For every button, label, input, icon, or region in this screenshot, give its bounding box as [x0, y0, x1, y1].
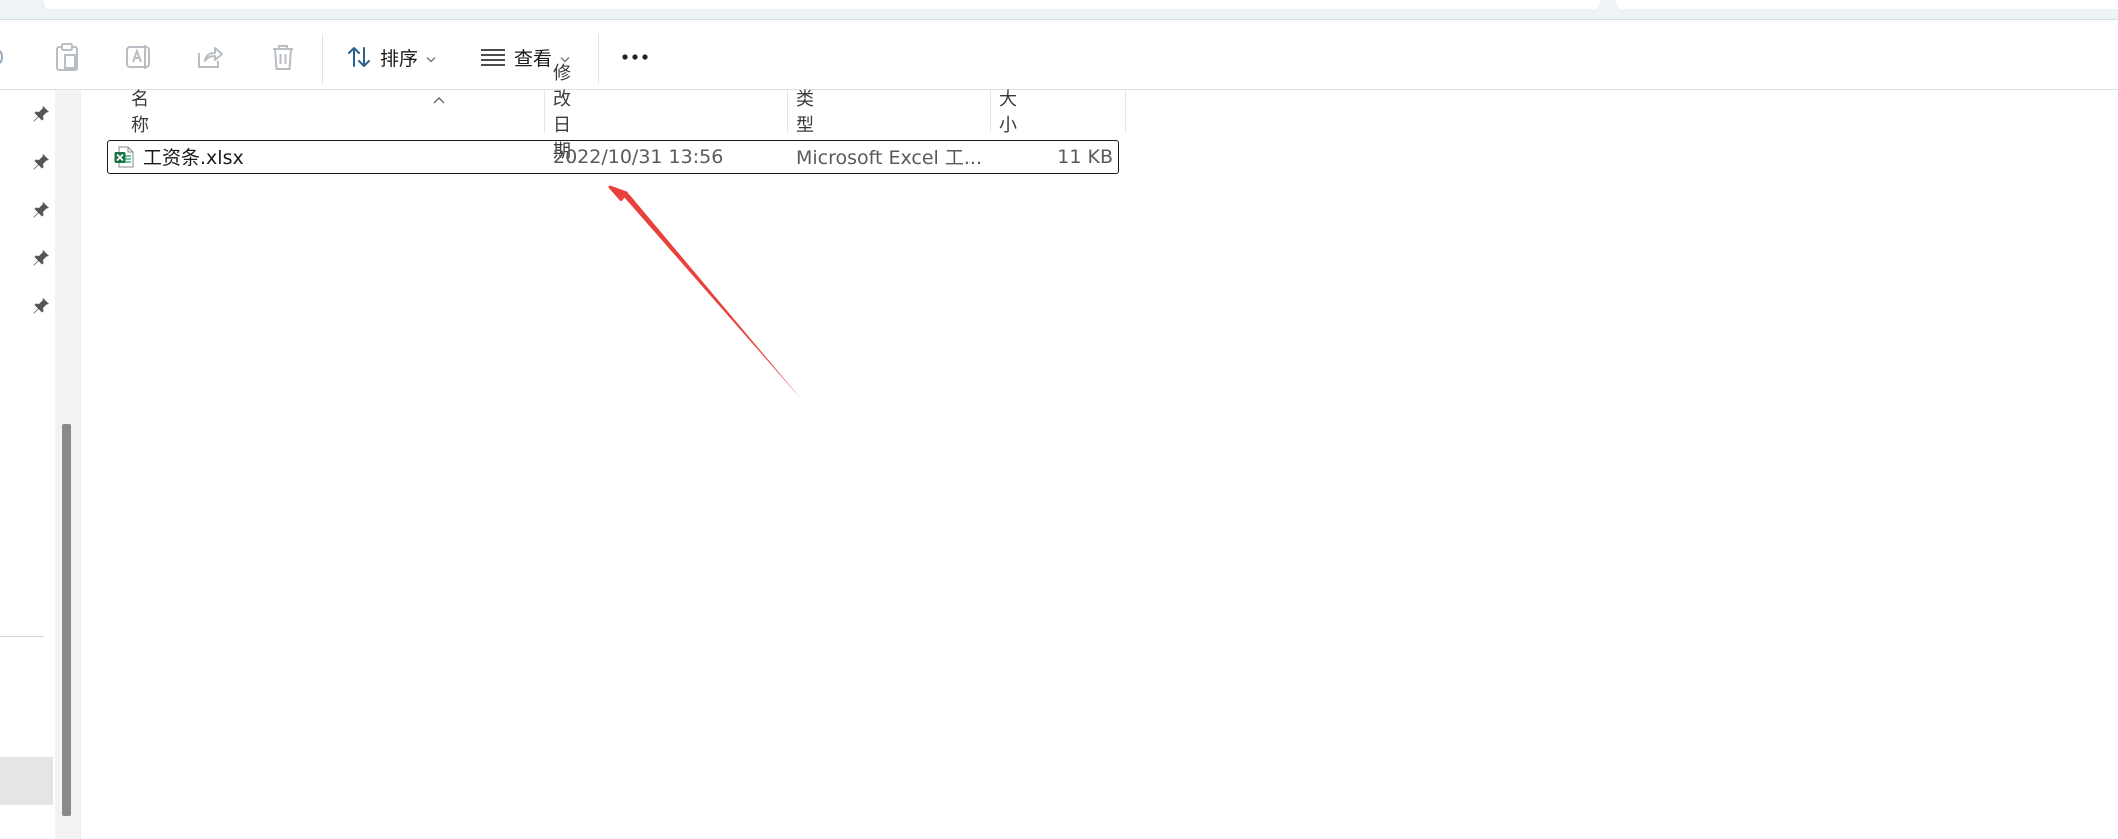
annotation-arrow — [608, 185, 802, 400]
